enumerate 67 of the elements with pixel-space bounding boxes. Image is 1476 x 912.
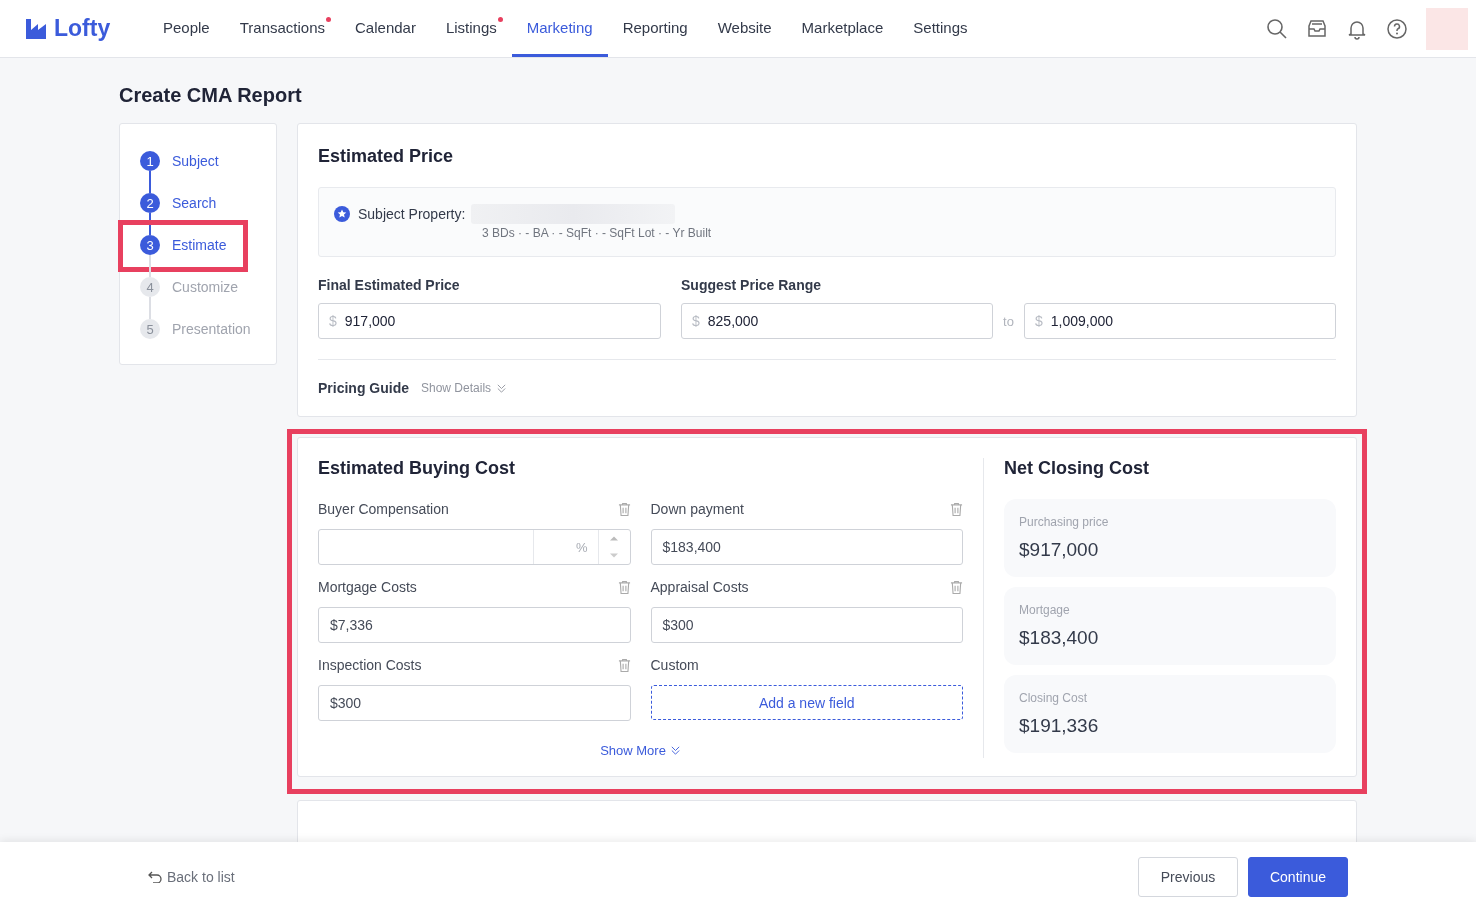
summary-label: Mortgage <box>1019 603 1071 617</box>
page-title: Create CMA Report <box>119 84 303 107</box>
step-link[interactable]: Estimate <box>172 237 227 253</box>
input-field[interactable]: $183,400 <box>650 529 963 565</box>
input-field[interactable]: $300 <box>650 607 963 643</box>
input-field[interactable]: $7,336 <box>318 607 631 643</box>
summary-label: Closing Cost <box>1019 691 1089 705</box>
previous-button[interactable]: Previous <box>1138 857 1238 897</box>
trash-icon[interactable] <box>950 501 963 517</box>
price-field[interactable]: $ 825,000 <box>681 303 994 339</box>
step-number: 3 <box>140 235 160 255</box>
field-label: Buyer Compensation <box>318 501 449 517</box>
step-number: 5 <box>140 319 160 339</box>
price-field[interactable]: $ 1,009,000 <box>1023 303 1336 339</box>
field-label: Custom <box>650 657 699 673</box>
nav-tab[interactable]: Settings <box>898 0 983 57</box>
spinner-up-icon[interactable] <box>609 535 619 542</box>
step-number: 2 <box>140 193 160 213</box>
nav-tab[interactable]: Calendar <box>340 0 431 57</box>
nav-tab[interactable]: People <box>148 0 225 57</box>
summary-label: Purchasing price <box>1019 515 1110 529</box>
step-number: 1 <box>140 151 160 171</box>
avatar[interactable] <box>1426 7 1468 50</box>
field-label: Mortgage Costs <box>318 579 417 595</box>
add-field-button[interactable]: Add a new field <box>650 685 963 720</box>
brand-name: Lofty <box>54 15 111 42</box>
nav-tab[interactable]: Reporting <box>607 0 703 57</box>
summary-value: $191,336 <box>1019 715 1100 737</box>
back-link[interactable]: Back to list <box>148 869 235 885</box>
search-icon[interactable] <box>1266 17 1288 40</box>
back-arrow-icon <box>148 871 162 883</box>
pricing-guide-label: Pricing Guide <box>318 380 409 396</box>
section-title: Estimated Buying Cost <box>318 458 517 479</box>
nav-tab[interactable]: Listings <box>430 0 512 57</box>
spinner-down-icon[interactable] <box>609 552 619 559</box>
field-label: Down payment <box>650 501 744 517</box>
summary-value: $183,400 <box>1019 627 1100 649</box>
field-label: Final Estimated Price <box>318 277 461 293</box>
trash-icon[interactable] <box>617 579 631 595</box>
show-more-link[interactable]: Show More <box>600 743 681 758</box>
input-field[interactable]: $300 <box>318 685 631 721</box>
inbox-icon[interactable] <box>1306 17 1328 40</box>
step-link[interactable]: Search <box>172 195 217 211</box>
nav-tab[interactable]: Marketing <box>511 0 608 57</box>
step-number: 4 <box>140 277 160 297</box>
range-separator: to <box>1003 313 1014 329</box>
trash-icon[interactable] <box>617 501 631 517</box>
help-icon[interactable] <box>1386 17 1408 40</box>
field-label: Appraisal Costs <box>650 579 749 595</box>
nav-tab[interactable]: Marketplace <box>786 0 899 57</box>
trash-icon[interactable] <box>950 579 963 595</box>
chevron-down-icon <box>496 382 508 394</box>
property-details: 3 BDs · - BA · - SqFt · - SqFt Lot · - Yr Built <box>481 226 712 240</box>
continue-button[interactable]: Continue <box>1248 857 1348 897</box>
field-label: Inspection Costs <box>318 657 422 673</box>
price-field[interactable]: $ 917,000 <box>318 303 661 339</box>
subject-property-label: Subject Property: <box>358 206 466 222</box>
section-title: Estimated Price <box>318 146 455 167</box>
summary-value: $917,000 <box>1019 539 1100 561</box>
nav-tab[interactable]: Transactions <box>224 0 341 57</box>
field-label: Suggest Price Range <box>681 277 823 293</box>
trash-icon[interactable] <box>617 657 631 673</box>
step-link[interactable]: Subject <box>172 153 219 169</box>
chevron-down-icon <box>669 745 681 756</box>
star-badge-icon <box>334 206 350 222</box>
section-title: Net Closing Cost <box>1004 458 1150 479</box>
nav-tab[interactable]: Website <box>702 0 787 57</box>
